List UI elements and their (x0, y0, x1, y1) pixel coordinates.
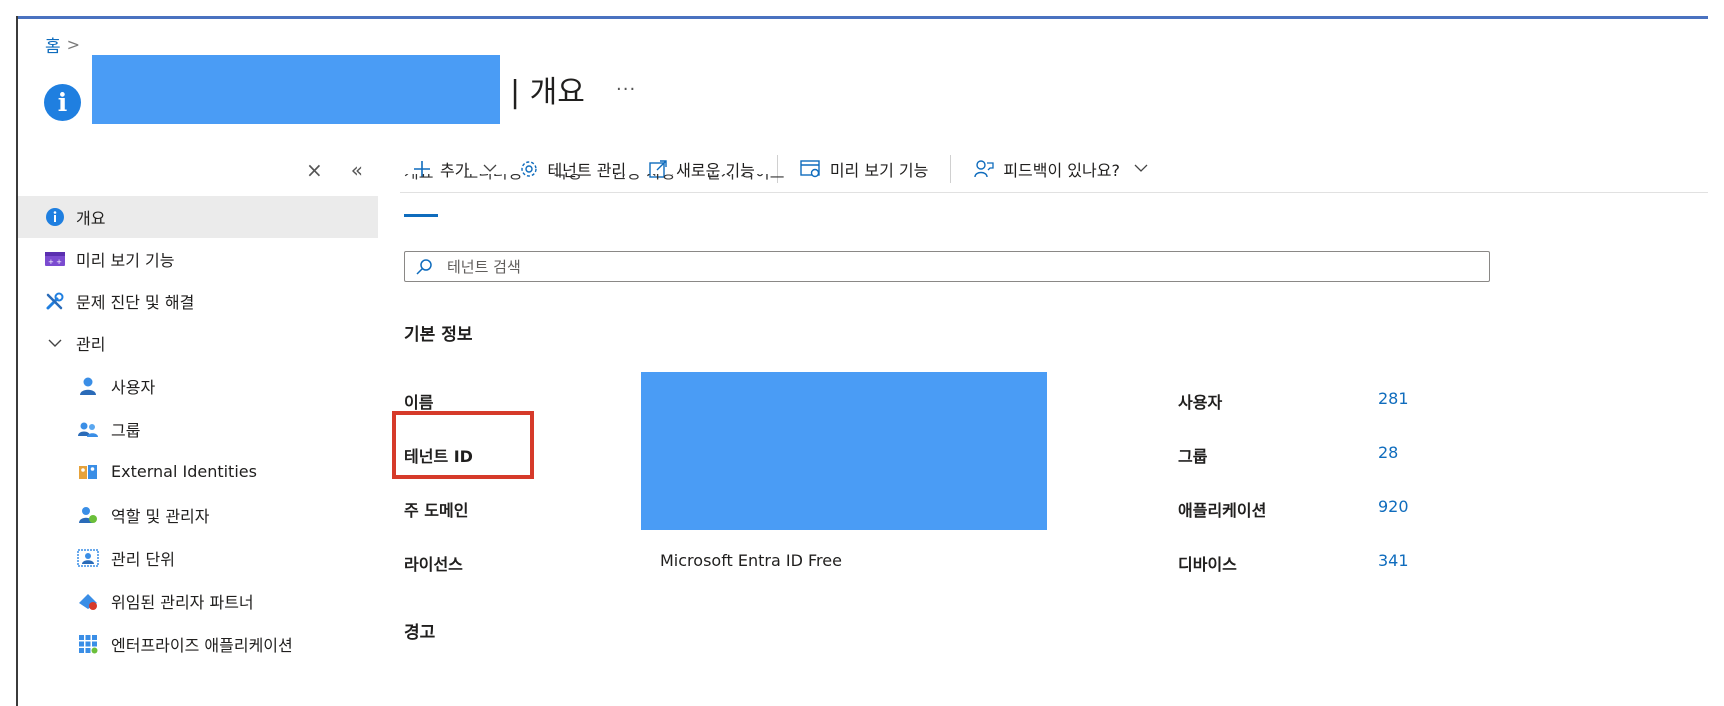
applications-stat-label: 애플리케이션 (1178, 501, 1267, 520)
tab-properties[interactable]: 속성 (552, 174, 581, 194)
admin-units-icon (77, 547, 99, 569)
sidebar-collapse-icon[interactable]: « (351, 158, 363, 182)
users-stat-value[interactable]: 281 (1378, 389, 1409, 408)
svg-text:+ +: + + (48, 258, 62, 266)
info-icon: i (44, 84, 81, 121)
sidebar-item-label: 사용자 (111, 377, 156, 397)
tab-recommendations[interactable]: 권장 사항 (612, 174, 676, 194)
breadcrumb-home[interactable]: 홈 (45, 32, 61, 57)
sidebar-item-preview-features[interactable]: + + 미리 보기 기능 (18, 238, 378, 280)
feedback-icon (973, 159, 995, 179)
chevron-down-icon (1134, 162, 1148, 176)
devices-stat-value[interactable]: 341 (1378, 551, 1409, 570)
feedback-button[interactable]: 피드백이 있나요? (973, 157, 1148, 181)
tab-strip: 개요 모니터링 속성 권장 사항 설치 가이드 (404, 174, 784, 194)
basic-info-heading: 기본 정보 (404, 325, 473, 345)
sidebar-item-users[interactable]: 사용자 (18, 364, 378, 407)
sidebar-item-groups[interactable]: 그룹 (18, 407, 378, 450)
external-identities-icon (77, 461, 99, 483)
preview-features-label: 미리 보기 기능 (829, 161, 929, 180)
sidebar: 개요 + + 미리 보기 기능 문제 진단 및 해결 관리 사용자 그룹 Ext… (18, 196, 378, 665)
more-options-button[interactable]: ··· (616, 79, 636, 100)
window-top-border (16, 16, 1708, 19)
preview-settings-icon (800, 159, 822, 179)
sidebar-item-label: 문제 진단 및 해결 (76, 293, 195, 312)
sidebar-item-overview[interactable]: 개요 (18, 196, 378, 238)
sidebar-item-label: 위임된 관리자 파트너 (111, 592, 254, 612)
sidebar-item-external-identities[interactable]: External Identities (18, 450, 378, 493)
tab-overview[interactable]: 개요 (404, 174, 433, 194)
license-value: Microsoft Entra ID Free (660, 551, 842, 570)
window-right-margin (1708, 16, 1724, 706)
tenant-search-box[interactable] (404, 251, 1490, 282)
preview-features-button[interactable]: 미리 보기 기능 (800, 157, 929, 181)
sidebar-item-label: 개요 (76, 209, 106, 228)
applications-stat-value[interactable]: 920 (1378, 497, 1409, 516)
license-label: 라이선스 (404, 555, 463, 574)
sidebar-item-label: 관리 (76, 335, 106, 354)
enterprise-apps-icon (77, 633, 99, 655)
sidebar-item-label: 미리 보기 기능 (76, 251, 175, 270)
sidebar-item-diagnose-solve[interactable]: 문제 진단 및 해결 (18, 280, 378, 322)
redacted-tenant-details (641, 372, 1047, 530)
sidebar-controls: × « (306, 158, 363, 182)
page-title: | 개요 (510, 75, 585, 110)
chevron-down-icon (44, 332, 66, 354)
sidebar-item-label: External Identities (111, 462, 257, 481)
sidebar-item-label: 역할 및 관리자 (111, 506, 210, 526)
sidebar-item-enterprise-apps[interactable]: 엔터프라이즈 애플리케이션 (18, 622, 378, 665)
primary-domain-label: 주 도메인 (404, 501, 469, 520)
wrench-icon (44, 290, 66, 312)
sidebar-item-roles-admins[interactable]: 역할 및 관리자 (18, 493, 378, 536)
roles-icon (77, 504, 99, 526)
sidebar-item-delegated-admin-partners[interactable]: 위임된 관리자 파트너 (18, 579, 378, 622)
sidebar-item-label: 그룹 (111, 420, 141, 440)
tab-monitoring[interactable]: 모니터링 (463, 174, 522, 194)
alerts-heading: 경고 (404, 623, 436, 643)
tenant-id-highlight (392, 411, 534, 479)
groups-stat-value[interactable]: 28 (1378, 443, 1398, 462)
sidebar-item-admin-units[interactable]: 관리 단위 (18, 536, 378, 579)
delegated-partner-icon (77, 590, 99, 612)
devices-stat-label: 디바이스 (1178, 555, 1237, 574)
sidebar-group-manage[interactable]: 관리 (18, 322, 378, 364)
breadcrumb-separator: > (66, 35, 81, 54)
name-label: 이름 (404, 393, 434, 412)
redacted-tenant-name (92, 55, 500, 124)
search-icon (415, 258, 433, 276)
users-stat-label: 사용자 (1178, 393, 1223, 412)
groups-stat-label: 그룹 (1178, 447, 1208, 466)
tenant-search-input[interactable] (447, 257, 1447, 276)
active-tab-indicator (404, 214, 438, 217)
tab-setup-guides[interactable]: 설치 가이드 (706, 174, 785, 194)
sidebar-close-icon[interactable]: × (306, 158, 323, 182)
user-icon (77, 375, 99, 397)
sidebar-item-label: 엔터프라이즈 애플리케이션 (111, 635, 293, 655)
preview-features-icon: + + (44, 248, 66, 270)
breadcrumb: 홈 > (45, 32, 80, 57)
group-icon (77, 418, 99, 440)
sidebar-item-label: 관리 단위 (111, 549, 175, 569)
toolbar-divider (950, 155, 952, 183)
feedback-label: 피드백이 있나요? (1003, 161, 1120, 180)
info-icon (44, 206, 66, 228)
